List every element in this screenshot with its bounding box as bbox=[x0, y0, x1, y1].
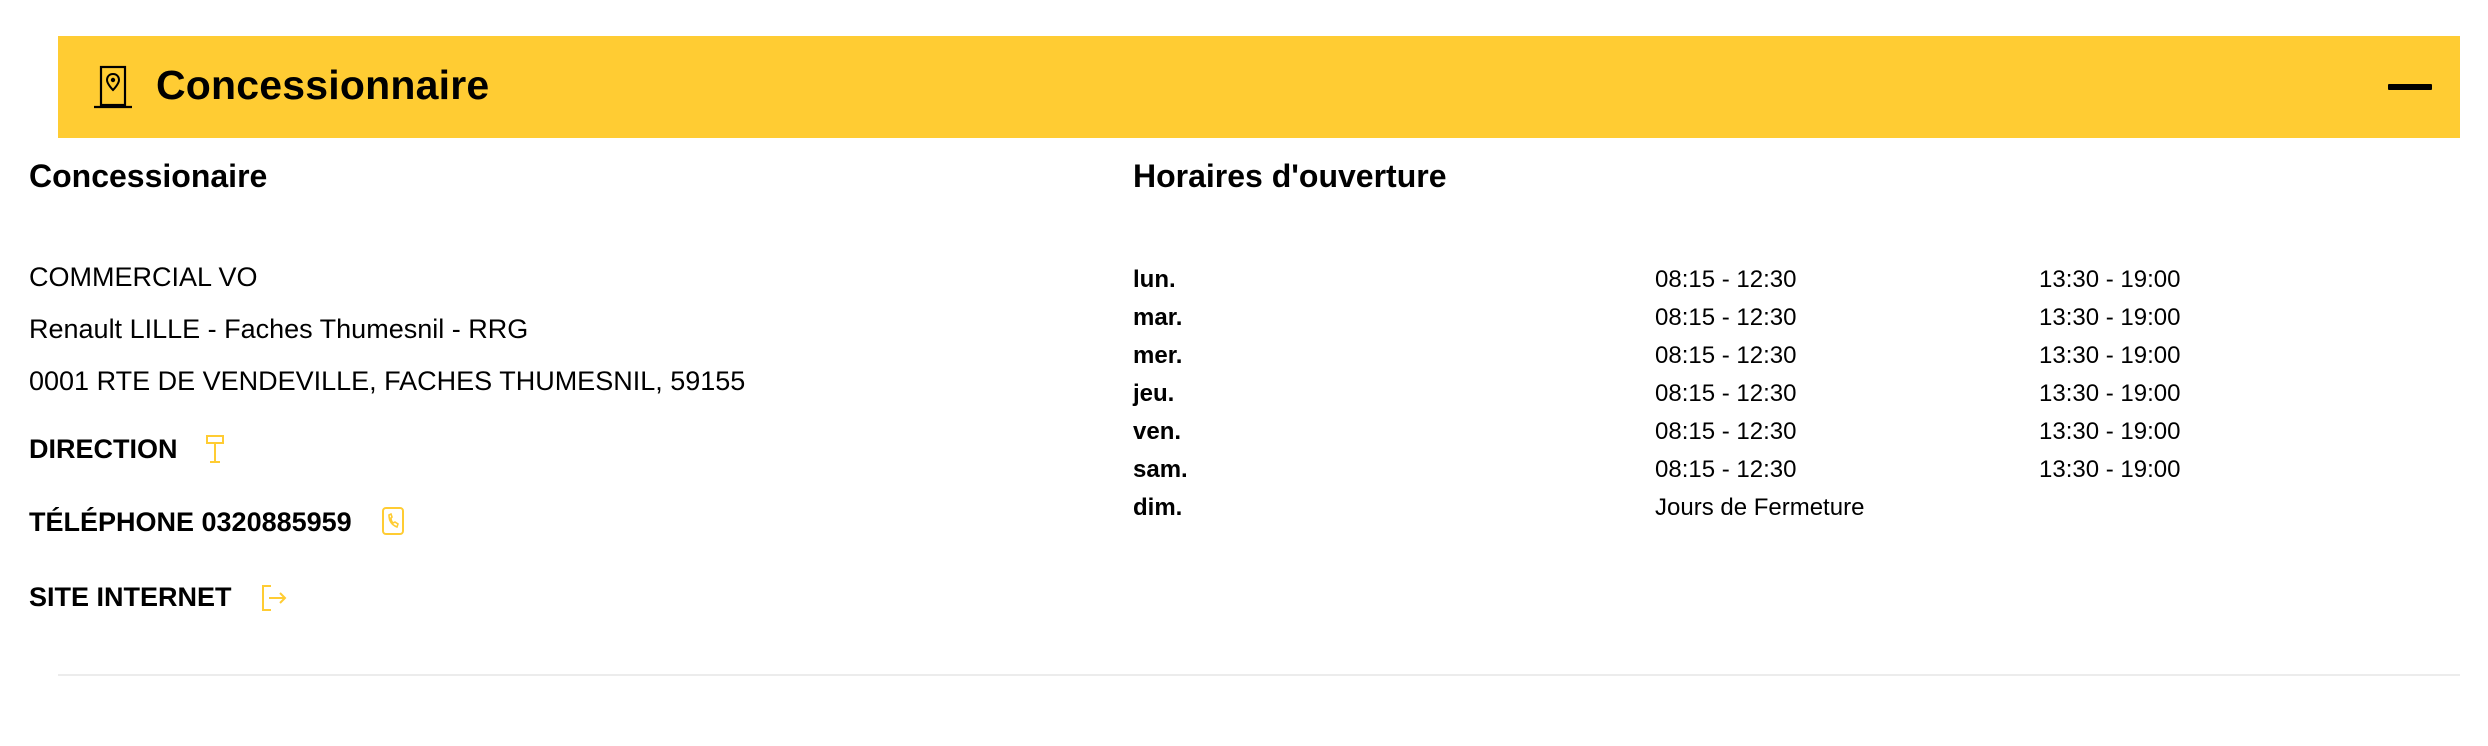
dealer-branch: Renault LILLE - Faches Thumesnil - RRG bbox=[29, 314, 529, 344]
phone-link[interactable]: TÉLÉPHONE 0320885959 bbox=[29, 506, 406, 538]
minus-icon bbox=[2388, 84, 2432, 90]
hours-row: jeu. 08:15 - 12:30 13:30 - 19:00 bbox=[1133, 380, 2333, 418]
dealer-panel: Concessionnaire bbox=[58, 36, 2460, 138]
afternoon-hours: 13:30 - 19:00 bbox=[2039, 304, 2181, 331]
direction-link[interactable]: DIRECTION bbox=[29, 433, 226, 465]
morning-hours: 08:15 - 12:30 bbox=[1655, 304, 1797, 331]
afternoon-hours: 13:30 - 19:00 bbox=[2039, 380, 2181, 407]
afternoon-hours: 13:30 - 19:00 bbox=[2039, 418, 2181, 445]
morning-hours: 08:15 - 12:30 bbox=[1655, 418, 1797, 445]
phone-icon bbox=[380, 506, 406, 538]
morning-hours: 08:15 - 12:30 bbox=[1655, 456, 1797, 483]
dealer-name: COMMERCIAL VO bbox=[29, 262, 258, 292]
afternoon-hours: 13:30 - 19:00 bbox=[2039, 266, 2181, 293]
phone-label: TÉLÉPHONE 0320885959 bbox=[29, 506, 352, 537]
hours-row: ven. 08:15 - 12:30 13:30 - 19:00 bbox=[1133, 418, 2333, 456]
dealer-info: Concessionaire COMMERCIAL VO Renault LIL… bbox=[29, 158, 1029, 612]
panel-header[interactable]: Concessionnaire bbox=[58, 36, 2460, 138]
hours-row: lun. 08:15 - 12:30 13:30 - 19:00 bbox=[1133, 266, 2333, 304]
day-label: jeu. bbox=[1133, 380, 1175, 407]
morning-hours: 08:15 - 12:30 bbox=[1655, 266, 1797, 293]
day-label: dim. bbox=[1133, 494, 1183, 521]
hours-row: sam. 08:15 - 12:30 13:30 - 19:00 bbox=[1133, 456, 2333, 494]
dealer-address: 0001 RTE DE VENDEVILLE, FACHES THUMESNIL… bbox=[29, 366, 746, 396]
opening-hours: Horaires d'ouverture lun. 08:15 - 12:30 … bbox=[1133, 158, 2333, 521]
hours-heading: Horaires d'ouverture bbox=[1133, 158, 1447, 194]
day-label: mer. bbox=[1133, 342, 1183, 369]
morning-hours: 08:15 - 12:30 bbox=[1655, 380, 1797, 407]
hours-row: mer. 08:15 - 12:30 13:30 - 19:00 bbox=[1133, 342, 2333, 380]
direction-label: DIRECTION bbox=[29, 433, 178, 464]
website-link[interactable]: SITE INTERNET bbox=[29, 582, 288, 613]
divider bbox=[58, 674, 2460, 676]
external-link-icon bbox=[260, 583, 288, 613]
collapse-button[interactable] bbox=[2360, 36, 2460, 138]
hours-row: dim. Jours de Fermeture bbox=[1133, 494, 2333, 532]
day-label: mar. bbox=[1133, 304, 1183, 331]
hours-row: mar. 08:15 - 12:30 13:30 - 19:00 bbox=[1133, 304, 2333, 342]
dealer-heading: Concessionaire bbox=[29, 158, 268, 194]
closed-label: Jours de Fermeture bbox=[1655, 494, 1865, 521]
day-label: ven. bbox=[1133, 418, 1182, 445]
dealer-location-icon bbox=[92, 64, 134, 110]
panel-title: Concessionnaire bbox=[156, 62, 490, 108]
website-label: SITE INTERNET bbox=[29, 582, 232, 612]
afternoon-hours: 13:30 - 19:00 bbox=[2039, 456, 2181, 483]
afternoon-hours: 13:30 - 19:00 bbox=[2039, 342, 2181, 369]
signpost-icon bbox=[204, 433, 226, 465]
day-label: lun. bbox=[1133, 266, 1176, 293]
day-label: sam. bbox=[1133, 456, 1188, 483]
morning-hours: 08:15 - 12:30 bbox=[1655, 342, 1797, 369]
